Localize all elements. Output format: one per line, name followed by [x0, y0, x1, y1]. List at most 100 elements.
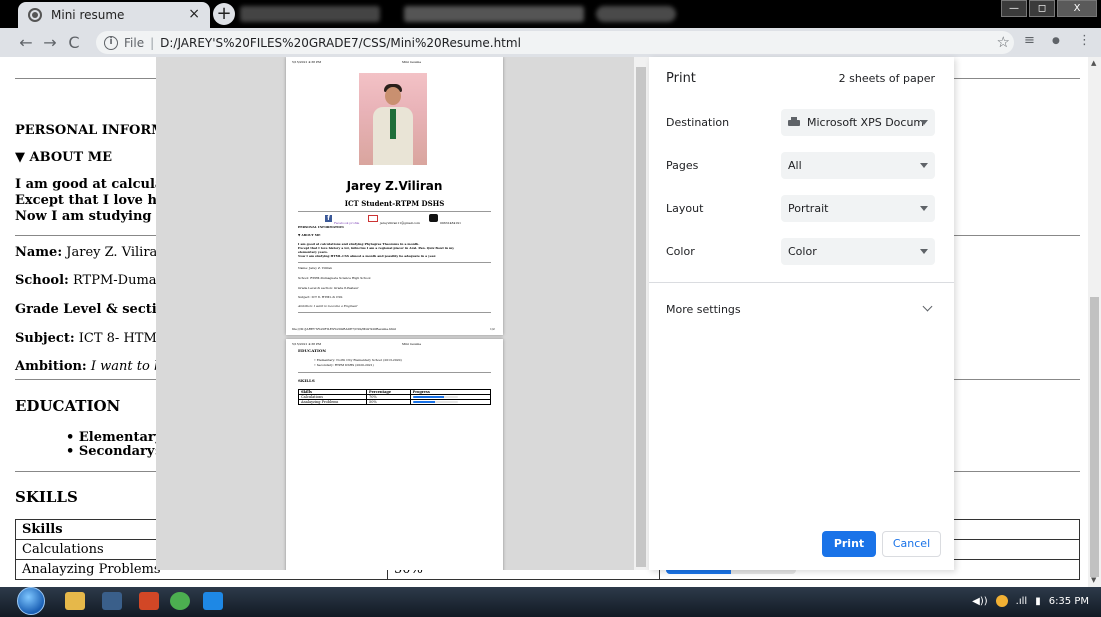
vscode-icon[interactable]	[203, 592, 223, 610]
signal-icon[interactable]: .ıll	[1016, 596, 1028, 607]
scroll-down-arrow-icon[interactable]: ▼	[1091, 576, 1096, 584]
education-heading: EDUCATION	[298, 348, 327, 353]
preview-sheet-1: 5/15/2021 4:38 PM Mini resume Jarey Z.Vi…	[286, 57, 503, 335]
scroll-thumb[interactable]	[636, 67, 646, 567]
profile-photo	[359, 73, 427, 165]
reading-list-icon[interactable]: ≡	[1024, 33, 1035, 48]
skills-table: Skills Percentage Progress Calculations …	[297, 389, 492, 405]
percentage-cell: 50%	[366, 399, 411, 405]
about-line: Now I am studying HTML-CSS almost a mont…	[298, 254, 437, 258]
divider	[649, 282, 954, 283]
volume-icon[interactable]: ◀))	[972, 596, 988, 607]
skills-heading: SKILLS	[15, 488, 78, 506]
divider	[298, 211, 491, 212]
sheet-header-date: 5/15/2021 4:38 PM	[292, 342, 322, 346]
sheet-footer-url: file:///D:/JAREY'S%20FILES%20GRADE7/CSS/…	[292, 327, 397, 331]
scroll-thumb[interactable]	[1090, 297, 1099, 577]
scroll-up-arrow-icon[interactable]: ▲	[1091, 59, 1096, 67]
print-button[interactable]: Print	[822, 531, 876, 557]
forward-arrow-icon[interactable]: →	[38, 31, 62, 55]
layout-label: Layout	[666, 202, 704, 215]
back-arrow-icon[interactable]: ←	[14, 31, 38, 55]
color-label: Color	[666, 245, 695, 258]
tab-close-icon[interactable]: ×	[188, 7, 200, 21]
progress-bar	[412, 396, 458, 398]
taskbar-app-icon[interactable]	[102, 592, 122, 610]
profile-icon[interactable]: ●	[1052, 36, 1060, 46]
table-row: Analayzing Problems 50%	[297, 399, 492, 405]
menu-icon[interactable]: ⋮	[1078, 33, 1091, 48]
address-bar[interactable]: i File | D:/JAREY'S%20FILES%20GRADE7/CSS…	[96, 31, 1014, 54]
start-button[interactable]	[17, 587, 45, 615]
grade-label: Grade Level & section:	[15, 302, 180, 317]
url-separator: |	[150, 35, 155, 50]
name-label: Name:	[15, 245, 63, 260]
reload-icon[interactable]: C	[62, 31, 86, 55]
resume-name: Jarey Z.Viliran	[346, 179, 443, 193]
print-preview: 5/15/2021 4:38 PM Mini resume Jarey Z.Vi…	[156, 57, 649, 570]
personal-info-heading: PERSONAL INFORMATION	[298, 225, 344, 229]
destination-select[interactable]: Microsoft XPS Docum	[781, 109, 935, 136]
tab-title: Mini resume	[51, 8, 125, 22]
preview-scrollbar[interactable]	[634, 57, 649, 570]
mail-icon	[368, 215, 378, 222]
url-text[interactable]: D:/JAREY'S%20FILES%20GRADE7/CSS/Mini%20R…	[160, 36, 521, 50]
pages-select[interactable]: All	[781, 152, 935, 179]
resume-subtitle: ICT Student-RTPM DSHS	[344, 199, 445, 208]
minimize-button[interactable]: —	[1001, 0, 1027, 17]
info-icon[interactable]: i	[104, 35, 118, 50]
pages-value: All	[788, 159, 802, 172]
globe-icon	[28, 8, 42, 22]
bookmark-star-icon[interactable]: ☆	[997, 33, 1010, 51]
name-line: Name: Jarey Z. Viliran	[298, 266, 332, 270]
print-settings-panel: Print 2 sheets of paper Destination Micr…	[649, 57, 954, 570]
layout-select[interactable]: Portrait	[781, 195, 935, 222]
divider	[298, 262, 491, 263]
dropdown-caret-icon	[920, 249, 928, 254]
skill-cell: Analayzing Problems	[297, 399, 368, 405]
education-item: • Elementary: North City Elementary Scho…	[314, 358, 402, 362]
battery-icon[interactable]: ▮	[1035, 596, 1041, 607]
destination-label: Destination	[666, 116, 730, 129]
sheet-header-title: Mini resume	[402, 60, 422, 64]
chrome-icon[interactable]	[170, 592, 190, 610]
color-value: Color	[788, 245, 817, 258]
cancel-button[interactable]: Cancel	[882, 531, 941, 557]
new-tab-button[interactable]: +	[213, 3, 235, 25]
dropdown-caret-icon	[920, 206, 928, 211]
education-item: • Secondary: RTPM DSHS (2020-2021)	[314, 363, 374, 367]
name-value: Jarey Z. Viliran	[62, 245, 166, 260]
about-me-toggle[interactable]: ▼ ABOUT ME	[15, 150, 112, 165]
chevron-down-icon[interactable]	[922, 301, 933, 312]
close-window-button[interactable]: X	[1057, 0, 1097, 17]
progress-bar	[412, 401, 458, 403]
sheet-header-date: 5/15/2021 4:38 PM	[292, 60, 322, 64]
window-controls: — ◻ X	[1001, 0, 1097, 17]
network-icon[interactable]	[995, 595, 1008, 607]
tab-mini-resume[interactable]: Mini resume ×	[18, 2, 210, 28]
sheet-count: 2 sheets of paper	[838, 72, 935, 85]
clock[interactable]: 6:35 PM	[1049, 596, 1089, 607]
color-select[interactable]: Color	[781, 238, 935, 265]
name-row: Name: Jarey Z. Viliran	[15, 245, 166, 260]
powerpoint-icon[interactable]	[139, 592, 159, 610]
blurred-tab[interactable]	[240, 6, 380, 22]
more-settings-toggle[interactable]: More settings	[666, 303, 741, 316]
layout-value: Portrait	[788, 202, 829, 215]
file-explorer-icon[interactable]	[65, 592, 85, 610]
divider	[298, 372, 491, 373]
sheet-footer-page: 1/2	[490, 327, 495, 331]
blurred-tab[interactable]	[404, 6, 584, 22]
print-title: Print	[666, 71, 696, 86]
system-tray: ◀)) .ıll ▮ 6:35 PM	[972, 595, 1089, 607]
blurred-tab[interactable]	[596, 6, 676, 22]
dropdown-caret-icon	[920, 120, 928, 125]
facebook-icon: f	[325, 215, 332, 222]
maximize-button[interactable]: ◻	[1029, 0, 1055, 17]
skills-heading: SKILLS	[298, 378, 315, 383]
ambition-line: Ambition: I want to become a Engineer	[298, 304, 358, 308]
school-label: School:	[15, 273, 69, 288]
page-scrollbar[interactable]: ▲ ▼	[1088, 57, 1101, 587]
pages-label: Pages	[666, 159, 699, 172]
education-heading: EDUCATION	[15, 397, 121, 415]
